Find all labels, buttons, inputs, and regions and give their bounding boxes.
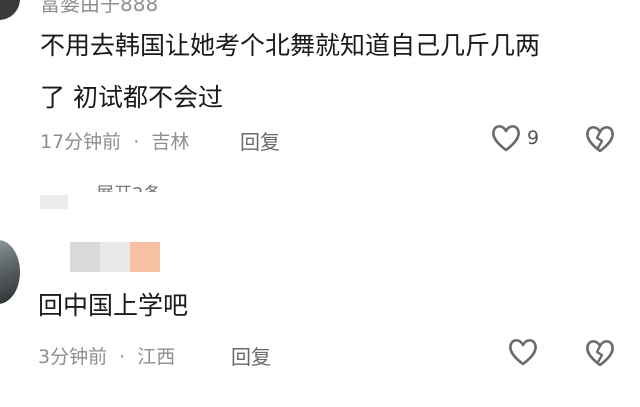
comment-meta: 17分钟前 · 吉林 bbox=[40, 127, 189, 154]
comment-location: 江西 bbox=[137, 346, 176, 368]
expand-replies-line bbox=[40, 195, 68, 209]
avatar[interactable] bbox=[0, 240, 20, 304]
like-count: 9 bbox=[527, 127, 540, 149]
reply-button[interactable]: 回复 bbox=[240, 126, 280, 155]
meta-separator: · bbox=[119, 346, 126, 368]
comment-time: 3分钟前 bbox=[38, 346, 108, 368]
comment-text: 不用去韩国让她考个北舞就知道自己几斤几两 bbox=[40, 31, 541, 60]
comment-time: 17分钟前 bbox=[40, 131, 122, 153]
comment-text-continued: 了 初试都不会过 bbox=[40, 83, 223, 112]
expand-replies-button[interactable]: 展开2条 bbox=[96, 180, 161, 192]
avatar[interactable] bbox=[0, 0, 20, 20]
reply-button[interactable]: 回复 bbox=[231, 341, 271, 370]
blurred-username-block bbox=[70, 242, 100, 272]
comment-location: 吉林 bbox=[151, 131, 190, 153]
comment-text: 回中国上学吧 bbox=[38, 291, 189, 320]
blurred-username-block bbox=[130, 242, 160, 272]
heart-icon[interactable] bbox=[490, 123, 522, 157]
blurred-username-block bbox=[100, 242, 130, 272]
comment-meta: 3分钟前 · 江西 bbox=[38, 342, 175, 369]
broken-heart-icon[interactable] bbox=[584, 124, 616, 158]
broken-heart-icon[interactable] bbox=[584, 338, 616, 372]
meta-separator: · bbox=[133, 131, 140, 153]
comment-username[interactable]: 富婆由子888 bbox=[40, 0, 158, 17]
heart-icon[interactable] bbox=[507, 337, 539, 371]
